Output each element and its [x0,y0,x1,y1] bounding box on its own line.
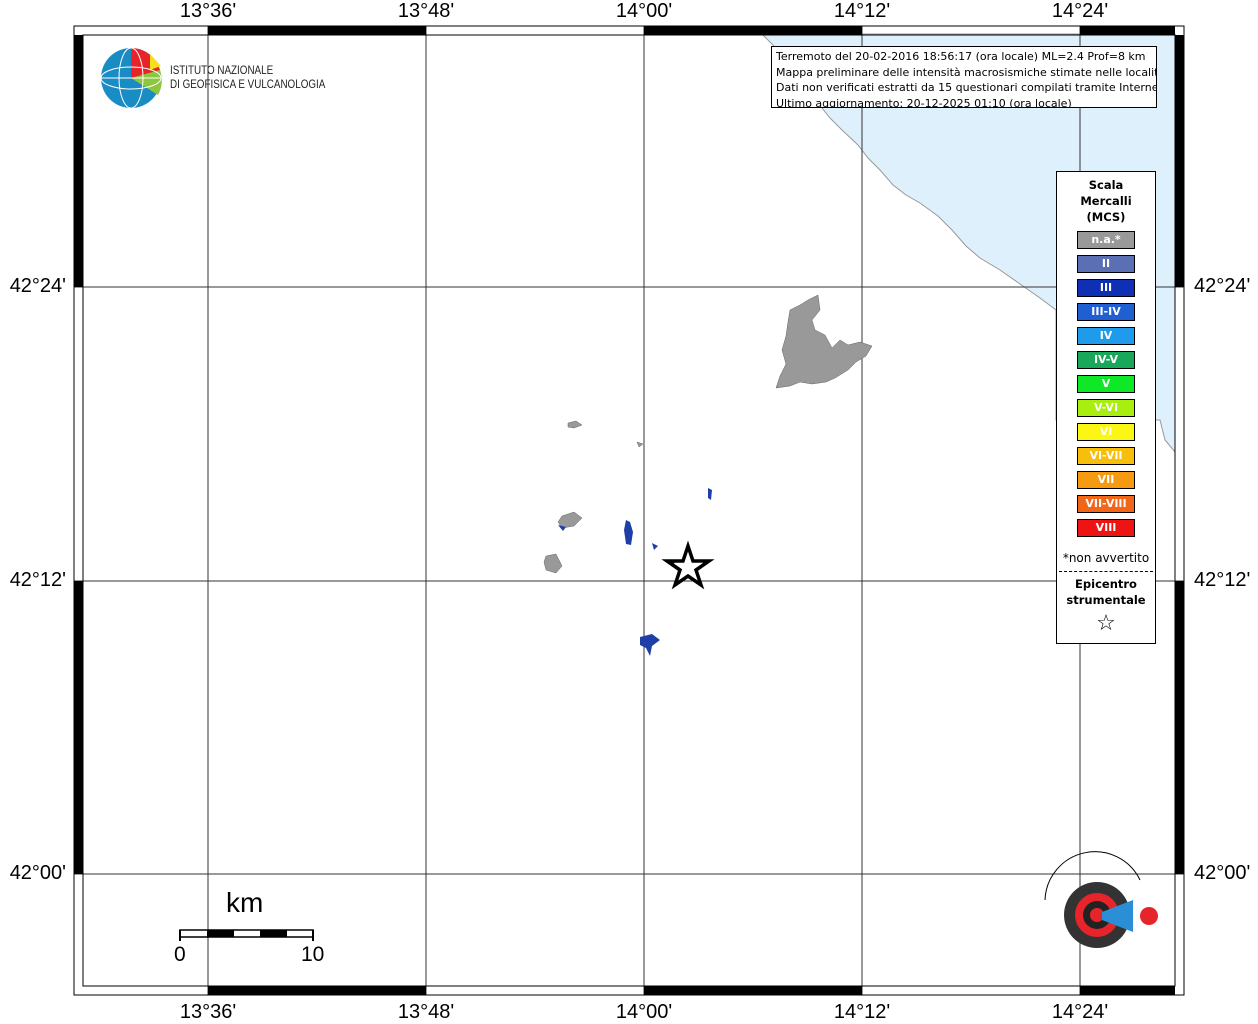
scale-unit: km [226,887,264,918]
legend-item: VI [1057,423,1155,447]
legend-title-1: Scala [1088,178,1124,192]
lon-tick-top-2: 13°48' [397,0,455,22]
legend-title-3: (MCS) [1086,210,1126,224]
legend-item: IV [1057,327,1155,351]
ingv-line-2: DI GEOFISICA E VULCANOLOGIA [170,77,326,91]
haisentito-logo-icon [1044,851,1158,948]
legend-swatch: V [1077,375,1135,393]
intensity-legend: Scala Mercalli (MCS) n.a.* II III III-IV IV I… [1056,171,1156,644]
legend-item: V-VI [1057,399,1155,423]
legend-swatch: III-IV [1077,303,1135,321]
legend-item: IV-V [1057,351,1155,375]
legend-swatch: VI [1077,423,1135,441]
legend-swatch: IV-V [1077,351,1135,369]
lon-tick-top-4: 14°12' [833,0,891,22]
legend-swatch: n.a.* [1077,231,1135,249]
info-line-1: Terremoto del 20-02-2016 18:56:17 (ora l… [776,50,1146,63]
legend-swatch: VIII [1077,519,1135,537]
legend-item: III [1057,279,1155,303]
info-line-3: Dati non verificati estratti da 15 quest… [776,81,1157,94]
legend-swatch: V-VI [1077,399,1135,417]
legend-swatch: VII-VIII [1077,495,1135,513]
legend-swatch: IV [1077,327,1135,345]
legend-item: II [1057,255,1155,279]
lon-tick-top-3: 14°00' [615,0,673,22]
legend-item: V [1057,375,1155,399]
legend-item: VII [1057,471,1155,495]
legend-note: *non avvertito [1062,551,1150,565]
legend-item: n.a.* [1057,231,1155,255]
lat-tick-right-2: 42°12' [1194,569,1251,591]
lat-tick-right-3: 42°00' [1194,862,1251,884]
lon-tick-top-1: 13°36' [179,0,237,22]
legend-title-2: Mercalli [1080,194,1132,208]
legend-item: VII-VIII [1057,495,1155,519]
lon-tick-bottom-5: 14°24' [1051,1001,1109,1023]
lon-tick-top-5: 14°24' [1051,0,1109,22]
legend-item: III-IV [1057,303,1155,327]
legend-item: VI-VII [1057,447,1155,471]
lon-tick-bottom-2: 13°48' [397,1001,455,1023]
legend-star-icon: ☆ [1096,611,1116,636]
legend-epicenter-2: strumentale [1066,593,1146,607]
lat-tick-left-3: 42°00' [9,862,66,884]
ingv-logo-icon [100,47,162,109]
ingv-logo-text: ISTITUTO NAZIONALE DI GEOFISICA E VULCAN… [170,63,325,91]
lon-tick-bottom-3: 14°00' [615,1001,673,1023]
legend-swatch: VII [1077,471,1135,489]
lat-tick-right-1: 42°24' [1194,275,1251,297]
legend-epicenter: Epicentro strumentale [1057,576,1155,608]
legend-swatch: III [1077,279,1135,297]
scale-bar [179,929,314,941]
legend-epicenter-1: Epicentro [1075,577,1137,591]
lat-tick-left-1: 42°24' [9,275,66,297]
info-line-2: Mappa preliminare delle intensità macros… [776,65,1157,79]
towns-not-felt [543,294,873,574]
lon-tick-bottom-4: 14°12' [833,1001,891,1023]
legend-swatch: VI-VII [1077,447,1135,465]
lon-tick-bottom-1: 13°36' [179,1001,237,1023]
legend-title: Scala Mercalli (MCS) [1057,177,1155,225]
info-line-4: Ultimo aggiornamento: 20-12-2025 01:10 (… [776,96,1072,108]
scale-end: 10 [301,943,325,966]
towns-felt [558,488,712,656]
event-info-box: Terremoto del 20-02-2016 18:56:17 (ora l… [771,46,1157,108]
lat-tick-left-2: 42°12' [9,569,66,591]
legend-items: n.a.* II III III-IV IV IV-V V V-VI VI VI-VII VII VI… [1057,231,1155,543]
scale-start: 0 [174,943,186,966]
legend-divider [1059,571,1153,572]
ingv-line-1: ISTITUTO NAZIONALE [170,63,274,77]
legend-swatch: II [1077,255,1135,273]
epicenter-star [661,540,715,590]
legend-item: VIII [1057,519,1155,543]
